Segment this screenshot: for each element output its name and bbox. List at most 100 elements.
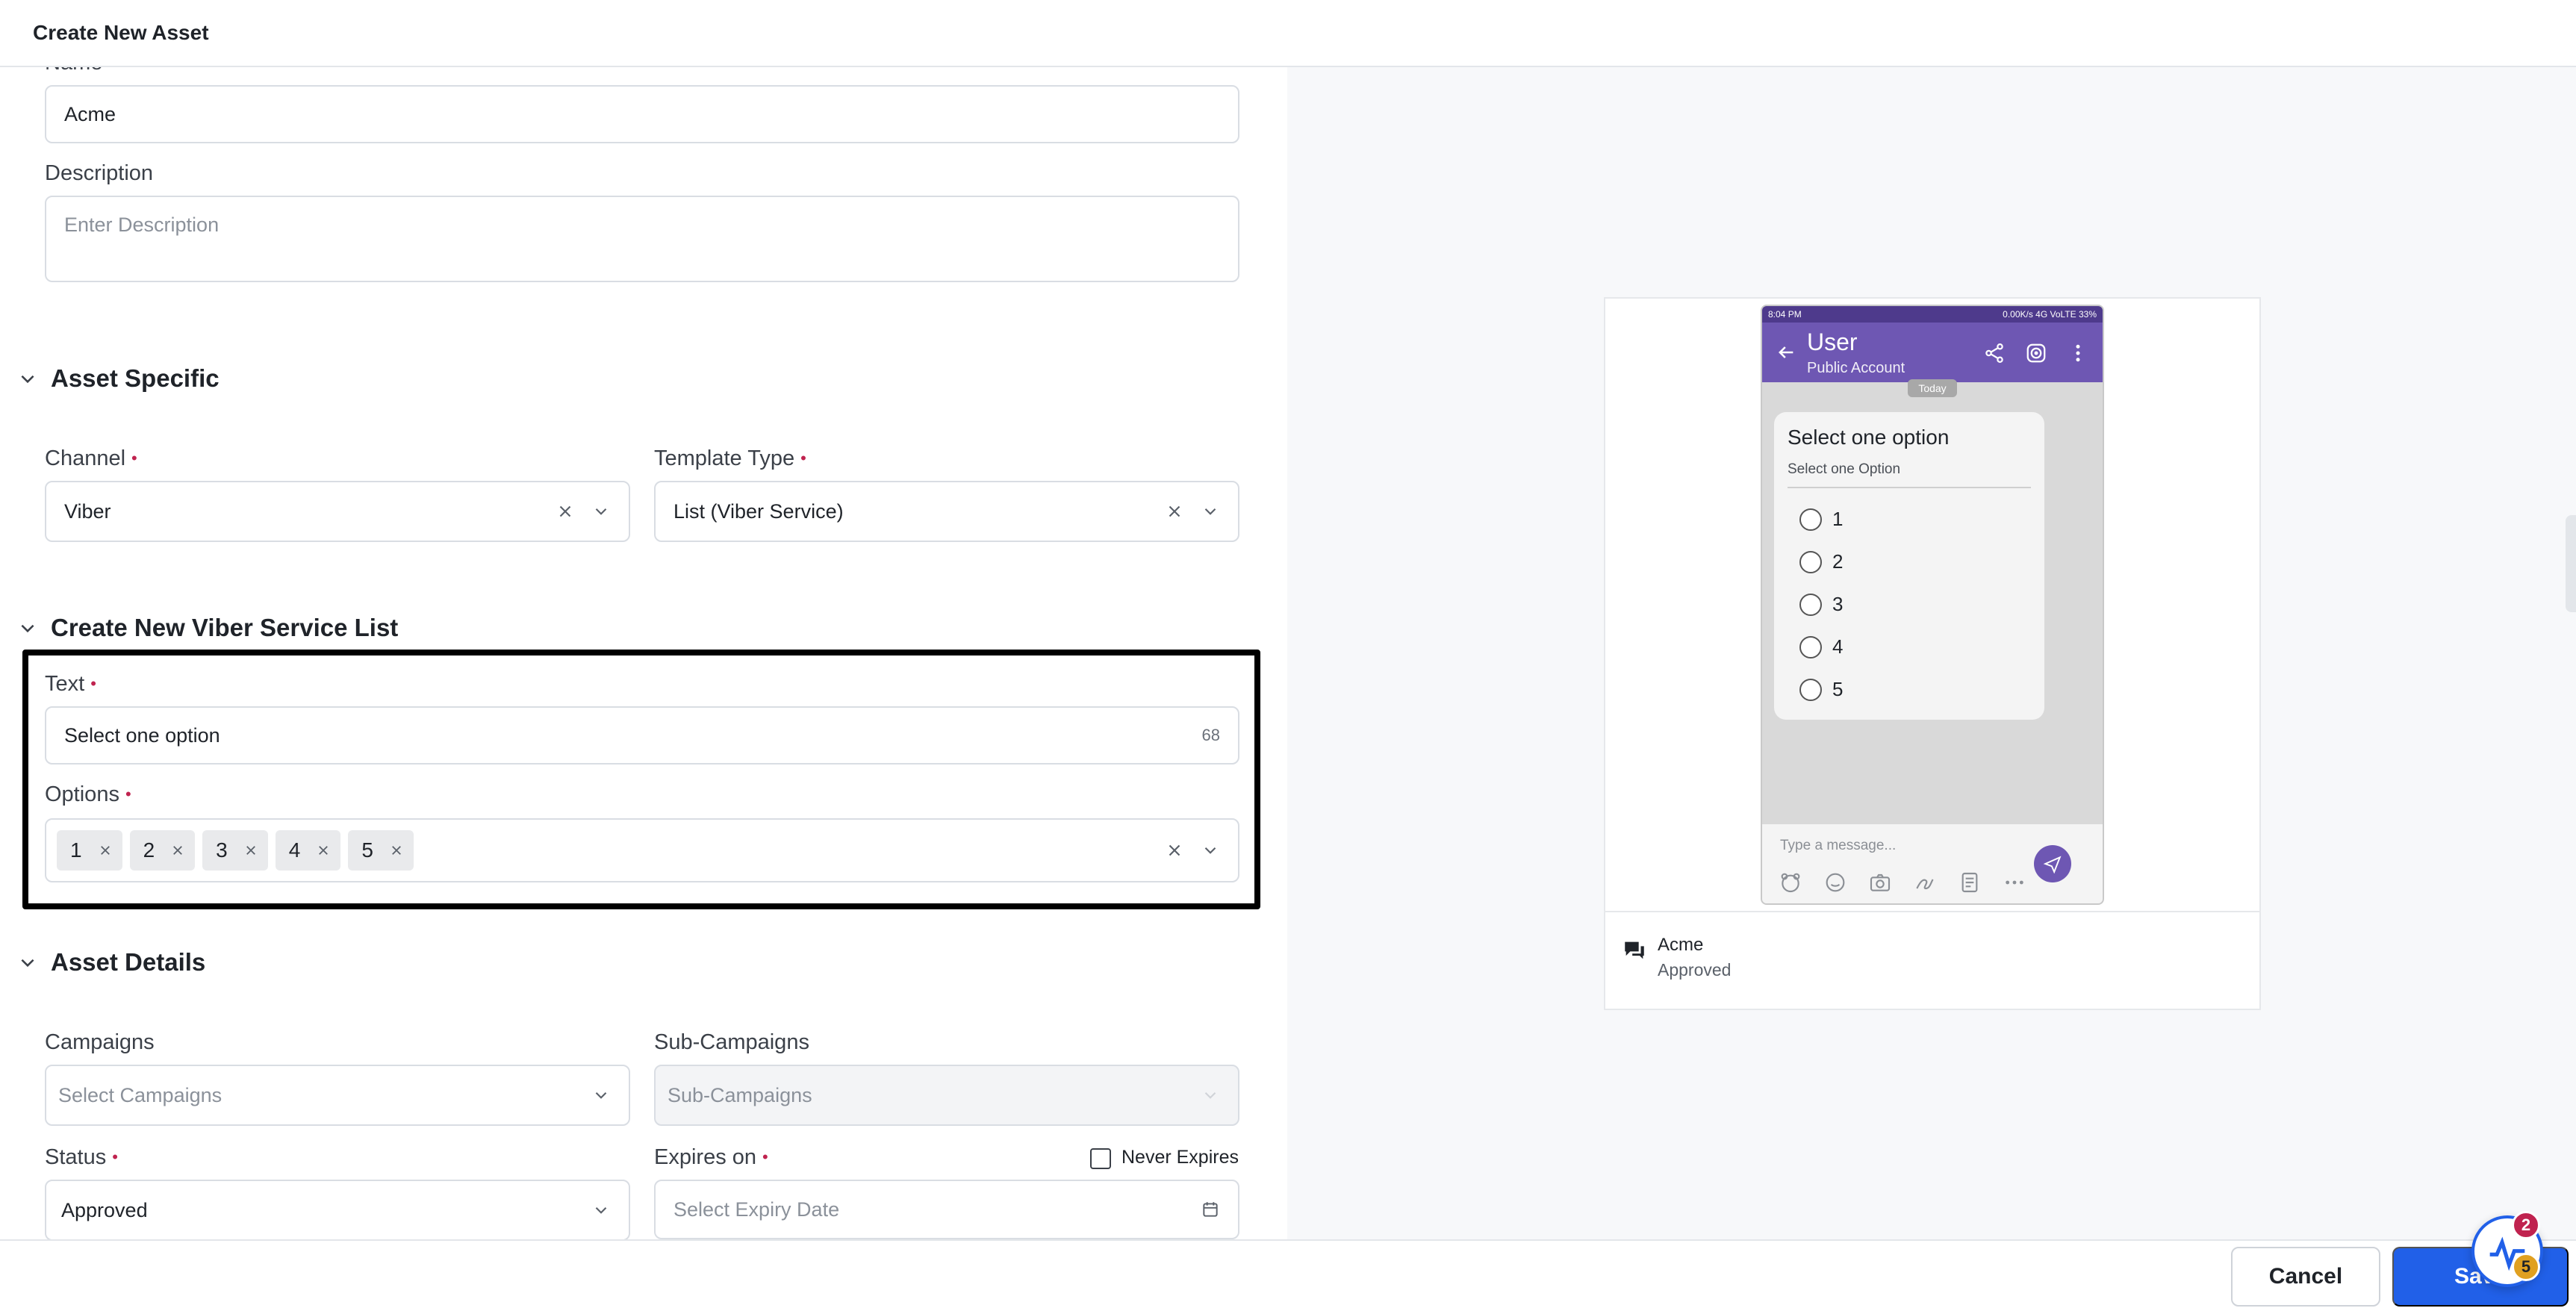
composer-placeholder: Type a message...	[1780, 838, 1897, 853]
phone-status-bar: 8:04 PM 0.00K/s 4G VoLTE 33%	[1762, 306, 2103, 323]
chevron-down-icon[interactable]	[591, 1086, 611, 1105]
options-multiselect[interactable]: 1 2 3 4 5	[45, 818, 1239, 882]
section-asset-details[interactable]: Asset Details	[18, 948, 205, 977]
section-asset-specific[interactable]: Asset Specific	[18, 364, 220, 393]
bubble-title: Select one option	[1788, 426, 1950, 449]
radio-option: 1	[1788, 508, 2031, 531]
more-vertical-icon	[2076, 344, 2080, 362]
description-label: Description	[45, 161, 154, 185]
page-title: Create New Asset	[33, 21, 209, 44]
message-bubble: Select one option Select one Option 1 2 3 4…	[1774, 412, 2044, 720]
back-arrow-icon	[1779, 346, 1793, 358]
preview-meta: Acme Approved	[1605, 911, 2259, 1010]
remove-chip-icon[interactable]	[99, 844, 112, 857]
clear-icon[interactable]	[556, 502, 575, 521]
chevron-down-icon[interactable]	[1201, 502, 1220, 521]
section-create-list[interactable]: Create New Viber Service List	[18, 614, 398, 642]
cancel-button[interactable]: Cancel	[2231, 1247, 2380, 1307]
chevron-down-icon[interactable]	[591, 1201, 611, 1220]
campaigns-select[interactable]: Select Campaigns	[45, 1065, 630, 1126]
side-panel-handle[interactable]	[2566, 515, 2576, 612]
remove-chip-icon[interactable]	[317, 844, 330, 857]
status-label: Status •	[45, 1145, 118, 1169]
message-composer: Type a message...	[1762, 824, 2103, 903]
radio-label: 4	[1832, 635, 1844, 658]
description-input[interactable]: Enter Description	[45, 196, 1239, 282]
option-chip: 2	[129, 830, 196, 871]
radio-label: 3	[1832, 593, 1844, 615]
remove-chip-icon[interactable]	[244, 844, 258, 857]
radio-label: 2	[1832, 550, 1844, 573]
radio-label: 1	[1832, 508, 1844, 530]
form-panel: Name• Acme Description Enter Description…	[0, 67, 1287, 1239]
chevron-down-icon	[21, 375, 34, 384]
radio-circle	[1799, 550, 1822, 573]
option-chip: 3	[202, 830, 268, 871]
send-icon	[2043, 856, 2062, 874]
remove-chip-icon[interactable]	[390, 844, 403, 857]
target-icon	[2026, 343, 2046, 363]
bubble-subtitle: Select one Option	[1788, 461, 2031, 488]
page-header: Create New Asset	[0, 0, 2576, 67]
bear-icon	[1781, 873, 1800, 893]
doodle-icon	[1916, 879, 1934, 890]
template-type-label: Template Type •	[654, 446, 806, 470]
option-chip-label: 2	[143, 838, 155, 862]
never-expires-checkbox[interactable]	[1090, 1148, 1111, 1169]
notification-badge: 2	[2512, 1211, 2540, 1239]
preview-asset-name: Acme	[1658, 935, 1704, 955]
alert-badge: 5	[2512, 1253, 2540, 1281]
contact-name: User	[1807, 328, 1858, 355]
remove-chip-icon[interactable]	[171, 844, 184, 857]
expiry-date-input[interactable]: Select Expiry Date	[654, 1180, 1239, 1239]
option-chip-label: 1	[70, 838, 82, 862]
radio-options: 1 2 3 4 5	[1788, 508, 2031, 701]
today-pill: Today	[1908, 379, 1957, 397]
sub-campaigns-label: Sub-Campaigns	[654, 1030, 809, 1054]
camera-icon	[1870, 874, 1891, 891]
options-label: Options •	[45, 782, 131, 806]
chevron-down-icon[interactable]	[591, 502, 611, 521]
option-chips: 1 2 3 4 5	[57, 830, 1165, 871]
name-label: Name•	[45, 67, 114, 75]
text-label: Text •	[45, 672, 96, 696]
clear-icon[interactable]	[1165, 841, 1184, 860]
share-icon	[1985, 343, 2003, 363]
clear-icon[interactable]	[1165, 502, 1184, 521]
text-input[interactable]: Select one option 68	[45, 706, 1239, 765]
never-expires-label: Never Expires	[1121, 1147, 1239, 1168]
radio-circle	[1799, 508, 1822, 531]
status-select[interactable]: Approved	[45, 1180, 630, 1239]
phone-mockup: 8:04 PM 0.00K/s 4G VoLTE 33% User Public…	[1761, 305, 2104, 905]
preview-asset-status: Approved	[1658, 960, 1732, 980]
option-chip-label: 4	[288, 838, 301, 862]
option-chip: 5	[348, 830, 414, 871]
preview-card: 8:04 PM 0.00K/s 4G VoLTE 33% User Public…	[1604, 297, 2261, 1010]
chat-bubbles-icon	[1625, 941, 1644, 959]
channel-label: Channel •	[45, 446, 137, 470]
radio-circle	[1799, 678, 1822, 701]
channel-select[interactable]: Viber	[45, 481, 630, 542]
sub-campaigns-select: Sub-Campaigns	[654, 1065, 1239, 1126]
radio-circle	[1799, 635, 1822, 658]
option-chip-label: 3	[216, 838, 228, 862]
template-type-select[interactable]: List (Viber Service)	[654, 481, 1239, 542]
chevron-down-icon	[21, 959, 34, 968]
footer: Cancel Save	[0, 1239, 2576, 1311]
option-chip: 1	[57, 830, 122, 871]
sticker-icon	[1826, 873, 1845, 892]
send-button	[2034, 845, 2071, 882]
chevron-down-icon	[1204, 1092, 1216, 1099]
option-chip-label: 5	[361, 838, 373, 862]
chevron-down-icon[interactable]	[1201, 841, 1220, 860]
campaigns-label: Campaigns	[45, 1030, 155, 1054]
radio-option: 2	[1788, 550, 2031, 573]
option-chip: 4	[275, 830, 341, 871]
gallery-icon	[1961, 872, 1978, 893]
name-input[interactable]: Acme	[45, 85, 1239, 143]
chevron-down-icon	[21, 624, 34, 633]
calendar-icon[interactable]	[1201, 1200, 1220, 1219]
radio-circle	[1799, 593, 1822, 616]
radio-label: 5	[1832, 678, 1844, 700]
more-horizontal-icon	[2006, 880, 2023, 885]
